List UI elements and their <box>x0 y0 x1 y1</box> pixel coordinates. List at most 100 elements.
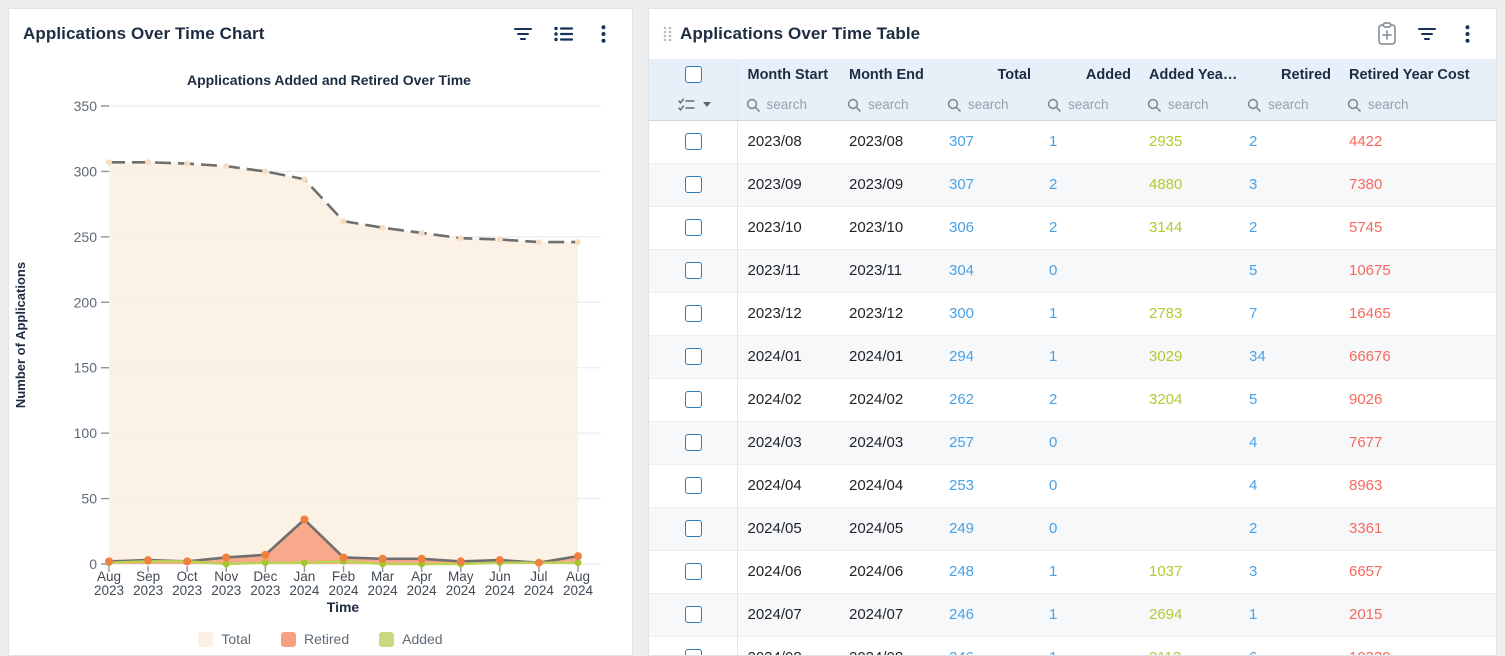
added-point[interactable] <box>223 561 230 568</box>
row-checkbox[interactable] <box>685 133 702 150</box>
row-checkbox[interactable] <box>685 606 702 623</box>
cell-retired: 7 <box>1239 292 1339 335</box>
table-row[interactable]: 2024/062024/062481103736657 <box>649 550 1497 593</box>
kebab-menu-icon[interactable] <box>1456 23 1478 45</box>
table-row[interactable]: 2023/092023/093072488037380 <box>649 163 1497 206</box>
retired-point[interactable] <box>574 552 582 560</box>
cell-added: 2 <box>1039 378 1139 421</box>
x-tick-label: Jul2024 <box>524 569 555 598</box>
search-input-column-1[interactable] <box>767 97 830 112</box>
select-all-checkbox[interactable] <box>685 66 702 83</box>
y-tick-label: 250 <box>74 229 98 245</box>
added-point[interactable] <box>575 559 582 566</box>
total-point[interactable] <box>145 159 151 165</box>
row-checkbox[interactable] <box>685 520 702 537</box>
cell-added: 1 <box>1039 550 1139 593</box>
row-checkbox[interactable] <box>685 649 702 656</box>
filter-icon[interactable] <box>1416 23 1438 45</box>
retired-point[interactable] <box>300 516 308 524</box>
legend-label: Retired <box>304 631 349 647</box>
column-select-icon[interactable] <box>678 98 695 112</box>
row-checkbox[interactable] <box>685 262 702 279</box>
row-checkbox[interactable] <box>685 176 702 193</box>
row-checkbox[interactable] <box>685 477 702 494</box>
legend-item-retired[interactable]: Retired <box>281 631 349 647</box>
retired-point[interactable] <box>340 553 348 561</box>
search-input-column-5[interactable] <box>1168 97 1230 112</box>
table-row[interactable]: 2024/042024/04253048963 <box>649 464 1497 507</box>
total-point[interactable] <box>536 239 542 245</box>
column-header-retired-year-cost[interactable]: Retired Year Cost <box>1339 59 1497 90</box>
column-header-total[interactable]: Total <box>939 59 1039 90</box>
column-header-added-yea[interactable]: Added Yea… <box>1139 59 1239 90</box>
total-point[interactable] <box>301 176 307 182</box>
row-checkbox[interactable] <box>685 219 702 236</box>
total-point[interactable] <box>497 236 503 242</box>
table-row[interactable]: 2023/112023/113040510675 <box>649 249 1497 292</box>
kebab-menu-icon[interactable] <box>592 23 614 45</box>
search-input-column-7[interactable] <box>1368 97 1471 112</box>
added-point[interactable] <box>262 559 269 566</box>
cell-month-end: 2024/06 <box>839 550 939 593</box>
legend-item-added[interactable]: Added <box>379 631 442 647</box>
table-row[interactable]: 2024/022024/022622320459026 <box>649 378 1497 421</box>
column-header-added[interactable]: Added <box>1039 59 1139 90</box>
cell-retired-year-cost: 66676 <box>1339 335 1497 378</box>
search-input-column-6[interactable] <box>1268 97 1330 112</box>
column-header-month-end[interactable]: Month End <box>839 59 939 90</box>
legend-label: Added <box>402 631 442 647</box>
search-input-column-4[interactable] <box>1068 97 1130 112</box>
search-icon <box>1347 98 1361 112</box>
legend-item-total[interactable]: Total <box>198 631 251 647</box>
total-point[interactable] <box>341 218 347 224</box>
retired-point[interactable] <box>183 557 191 565</box>
clipboard-add-icon[interactable] <box>1376 23 1398 45</box>
filter-icon[interactable] <box>512 23 534 45</box>
cell-added: 2 <box>1039 163 1139 206</box>
total-point[interactable] <box>106 159 112 165</box>
list-icon[interactable] <box>552 23 574 45</box>
total-point[interactable] <box>458 235 464 241</box>
table-row[interactable]: 2024/082024/0824612113610339 <box>649 636 1497 656</box>
drag-handle-icon[interactable] <box>663 26 672 42</box>
total-point[interactable] <box>262 168 268 174</box>
retired-point[interactable] <box>457 557 465 565</box>
column-header-month-start[interactable]: Month Start <box>737 59 839 90</box>
x-tick-label: Mar2024 <box>368 569 399 598</box>
retired-point[interactable] <box>261 551 269 559</box>
row-checkbox[interactable] <box>685 305 702 322</box>
cell-retired: 2 <box>1239 507 1339 550</box>
table-row[interactable]: 2023/082023/083071293524422 <box>649 120 1497 163</box>
row-checkbox[interactable] <box>685 434 702 451</box>
total-point[interactable] <box>184 161 190 167</box>
table-row[interactable]: 2024/032024/03257047677 <box>649 421 1497 464</box>
added-point[interactable] <box>301 559 308 566</box>
table-row[interactable]: 2023/122023/1230012783716465 <box>649 292 1497 335</box>
total-point[interactable] <box>380 225 386 231</box>
row-checkbox[interactable] <box>685 391 702 408</box>
table-row[interactable]: 2024/052024/05249023361 <box>649 507 1497 550</box>
column-header-retired[interactable]: Retired <box>1239 59 1339 90</box>
retired-point[interactable] <box>222 553 230 561</box>
retired-point[interactable] <box>496 556 504 564</box>
row-select-cell <box>649 421 737 464</box>
cell-total: 300 <box>939 292 1039 335</box>
table-row[interactable]: 2024/012024/01294130293466676 <box>649 335 1497 378</box>
retired-point[interactable] <box>535 559 543 567</box>
search-input-column-3[interactable] <box>968 97 1030 112</box>
cell-added-yea: 2935 <box>1139 120 1239 163</box>
total-point[interactable] <box>223 163 229 169</box>
total-point[interactable] <box>419 230 425 236</box>
total-point[interactable] <box>575 239 581 245</box>
chevron-down-icon[interactable] <box>703 102 711 107</box>
table-row[interactable]: 2024/072024/072461269412015 <box>649 593 1497 636</box>
retired-point[interactable] <box>105 557 113 565</box>
retired-point[interactable] <box>418 555 426 563</box>
table-row[interactable]: 2023/102023/103062314425745 <box>649 206 1497 249</box>
retired-point[interactable] <box>379 555 387 563</box>
cell-month-start: 2024/05 <box>737 507 839 550</box>
row-checkbox[interactable] <box>685 348 702 365</box>
search-input-column-2[interactable] <box>868 97 930 112</box>
retired-point[interactable] <box>144 556 152 564</box>
row-checkbox[interactable] <box>685 563 702 580</box>
